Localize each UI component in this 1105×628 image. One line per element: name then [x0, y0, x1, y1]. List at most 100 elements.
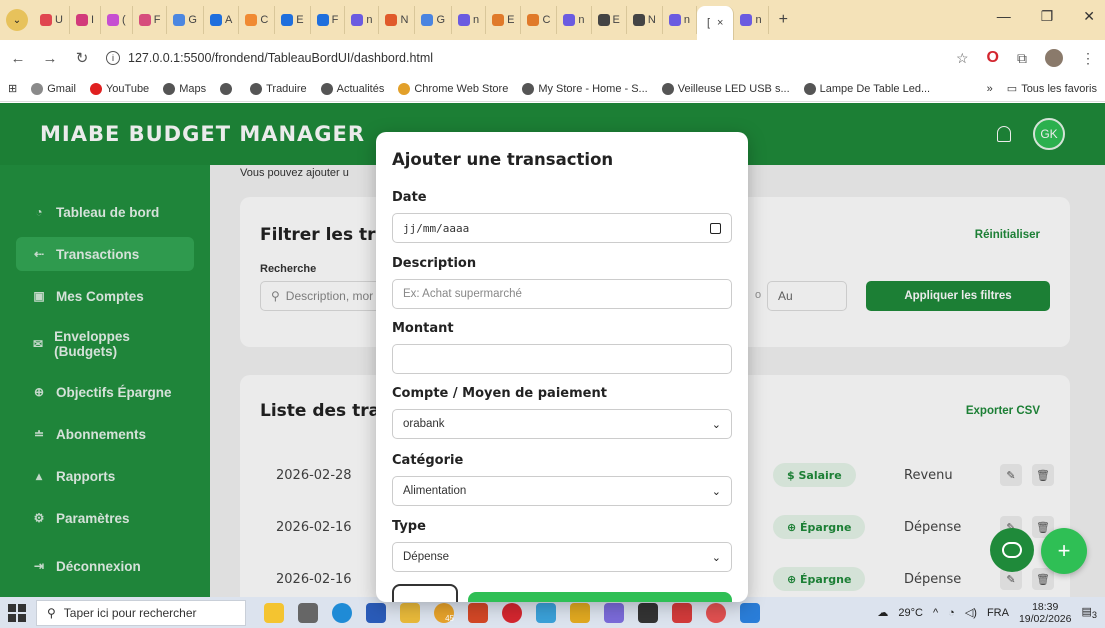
browser-tab[interactable]: ( — [101, 6, 133, 34]
browser-tab[interactable]: n — [345, 6, 380, 34]
volume-icon[interactable]: ◁) — [965, 606, 977, 619]
calendar-icon[interactable] — [710, 222, 721, 234]
chrome-canary-icon[interactable]: 45 — [434, 602, 454, 623]
edge-icon[interactable] — [332, 602, 352, 623]
wps-icon[interactable] — [672, 602, 692, 623]
browser-tab[interactable]: G — [167, 6, 204, 34]
bookmark-item[interactable]: YouTube — [89, 82, 150, 95]
tab-favicon-icon — [492, 14, 505, 26]
new-tab-button[interactable]: + — [769, 11, 798, 29]
tab-favicon-icon — [527, 14, 540, 26]
amount-input[interactable] — [392, 344, 732, 374]
file-explorer-icon[interactable] — [400, 602, 420, 623]
browser-tab[interactable]: E — [592, 6, 627, 34]
browser-tab[interactable]: I — [70, 6, 102, 34]
weather-temp[interactable]: 29°C — [898, 607, 923, 619]
browser-tab[interactable]: n — [734, 6, 769, 34]
browser-tab[interactable]: F — [311, 6, 346, 34]
browser-tab[interactable]: E — [275, 6, 311, 34]
opera-icon[interactable] — [502, 602, 522, 623]
word-icon[interactable] — [366, 602, 386, 623]
tab-search-icon[interactable]: ⌄ — [6, 9, 28, 31]
url-field[interactable]: i 127.0.0.1:5500/frondend/TableauBordUI/… — [106, 44, 940, 72]
bookmark-favicon-icon — [522, 82, 535, 95]
bookmark-item[interactable] — [220, 82, 236, 95]
bookmark-item[interactable]: Actualités — [320, 82, 385, 95]
bookmark-item[interactable]: Lampe De Table Led... — [803, 82, 930, 95]
tab-label: E — [507, 14, 515, 26]
tab-favicon-icon — [385, 14, 398, 26]
submit-button[interactable] — [468, 592, 732, 602]
bookmark-favicon-icon — [661, 82, 674, 95]
photos-icon[interactable] — [570, 602, 590, 623]
browser-tab[interactable]: A — [204, 6, 240, 34]
reload-icon[interactable]: ↻ — [74, 49, 90, 67]
tray-expand-icon[interactable]: ^ — [933, 607, 938, 619]
browser-tab[interactable]: G — [415, 6, 452, 34]
browser-tab-active[interactable]: [× — [696, 6, 735, 40]
windows-start-icon[interactable] — [8, 603, 26, 622]
terminal-icon[interactable] — [638, 602, 658, 623]
back-icon[interactable]: ← — [10, 50, 26, 67]
browser-tab[interactable]: n — [452, 6, 487, 34]
bookmark-item[interactable]: Chrome Web Store — [398, 82, 508, 95]
cancel-button[interactable] — [392, 584, 458, 602]
vscode-icon[interactable] — [740, 602, 760, 623]
chat-button[interactable] — [990, 528, 1034, 572]
browser-tab[interactable]: E — [486, 6, 522, 34]
forward-icon[interactable]: → — [42, 50, 58, 67]
add-transaction-fab[interactable]: + — [1041, 528, 1087, 574]
browser-tab[interactable]: N — [627, 6, 663, 34]
browser-tab[interactable]: n — [663, 6, 697, 34]
browser-menu-icon[interactable]: ⋮ — [1081, 50, 1095, 67]
notifications-icon[interactable]: ▤3 — [1082, 605, 1098, 620]
powerpoint-icon[interactable] — [468, 602, 488, 623]
bookmarks-more[interactable]: » — [987, 83, 993, 95]
app-diamond-icon[interactable] — [536, 602, 556, 623]
browser-tab[interactable]: C — [521, 6, 558, 34]
browser-tab[interactable]: F — [133, 6, 168, 34]
network-icon[interactable]: ◔ — [948, 607, 955, 619]
account-select[interactable]: orabank ⌄ — [392, 409, 732, 439]
language-indicator[interactable]: FRA — [987, 607, 1009, 619]
all-bookmarks[interactable]: ▭ Tous les favoris — [1007, 82, 1097, 96]
add-transaction-modal: Ajouter une transaction Date jj/mm/aaaa … — [376, 132, 748, 602]
clock-time: 18:39 — [1032, 600, 1059, 613]
bookmark-star-icon[interactable]: ☆ — [956, 50, 969, 67]
description-input[interactable]: Ex: Achat supermarché — [392, 279, 732, 309]
extensions-puzzle-icon[interactable]: ⧉ — [1017, 50, 1027, 67]
bookmark-label: YouTube — [105, 82, 150, 95]
bookmark-label: Actualités — [336, 82, 385, 95]
browser-tab[interactable]: N — [379, 6, 416, 34]
browser-tab[interactable]: U — [34, 6, 70, 34]
maximize-icon[interactable]: ❐ — [1041, 8, 1054, 25]
bookmark-item[interactable]: My Store - Home - S... — [522, 82, 648, 95]
bookmark-item[interactable]: Gmail — [31, 82, 76, 95]
taskbar-search[interactable]: ⚲ Taper ici pour rechercher — [36, 599, 246, 626]
tab-label: n — [366, 14, 373, 26]
minimize-icon[interactable]: — — [997, 8, 1011, 25]
extension-o-icon[interactable]: O — [987, 49, 999, 67]
chrome-icon[interactable] — [706, 602, 726, 623]
category-select[interactable]: Alimentation ⌄ — [392, 476, 732, 506]
bookmark-item[interactable]: Veilleuse LED USB s... — [661, 82, 790, 95]
browser-tab[interactable]: n — [557, 6, 592, 34]
sparkle-app-icon[interactable] — [264, 602, 284, 623]
bookmark-item[interactable]: Maps — [163, 82, 206, 95]
close-window-icon[interactable]: ✕ — [1083, 8, 1095, 25]
task-view-icon[interactable] — [298, 602, 318, 623]
tab-favicon-icon — [138, 14, 151, 26]
clock[interactable]: 18:39 19/02/2026 — [1019, 601, 1072, 625]
profile-avatar[interactable] — [1045, 49, 1063, 67]
browser-tab[interactable]: C — [239, 6, 276, 34]
date-input[interactable]: jj/mm/aaaa — [392, 213, 732, 243]
url-text[interactable]: 127.0.0.1:5500/frondend/TableauBordUI/da… — [128, 51, 433, 65]
bookmark-item[interactable]: Traduire — [250, 82, 307, 95]
weather-icon[interactable]: ☁ — [877, 606, 888, 619]
apps-grid-icon[interactable]: ⊞ — [8, 82, 17, 95]
tab-label: E — [296, 14, 304, 26]
type-select[interactable]: Dépense ⌄ — [392, 542, 732, 572]
app-purple-icon[interactable] — [604, 602, 624, 623]
site-info-icon[interactable]: i — [106, 51, 120, 65]
close-tab-icon[interactable]: × — [717, 17, 723, 29]
